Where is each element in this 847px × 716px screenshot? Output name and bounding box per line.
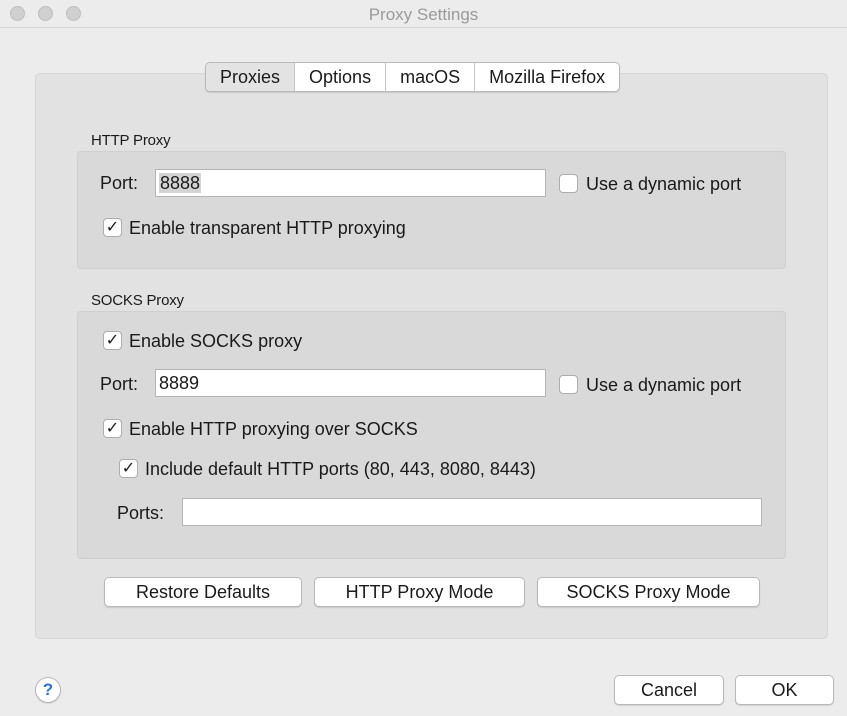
http-proxy-mode-button[interactable]: HTTP Proxy Mode (314, 577, 525, 607)
http-over-socks-label: Enable HTTP proxying over SOCKS (129, 419, 418, 439)
include-default-ports-checkbox[interactable]: ✓ (119, 459, 138, 478)
socks-proxy-mode-button[interactable]: SOCKS Proxy Mode (537, 577, 760, 607)
http-dynamic-port-checkbox[interactable] (559, 174, 578, 193)
restore-defaults-button[interactable]: Restore Defaults (104, 577, 302, 607)
tab-options[interactable]: Options (295, 63, 387, 91)
http-port-value: 8888 (159, 173, 202, 193)
include-default-ports-label: Include default HTTP ports (80, 443, 808… (145, 459, 536, 479)
http-dynamic-port-label: Use a dynamic port (586, 174, 742, 194)
http-proxy-title: HTTP Proxy (91, 132, 171, 149)
http-port-label: Port: (100, 173, 139, 193)
socks-dynamic-port-label: Use a dynamic port (586, 375, 742, 395)
tab-mozilla-firefox[interactable]: Mozilla Firefox (475, 63, 619, 91)
ok-button[interactable]: OK (735, 675, 834, 705)
enable-socks-checkbox[interactable]: ✓ (103, 331, 122, 350)
tab-bar: Proxies Options macOS Mozilla Firefox (205, 62, 621, 92)
socks-proxy-title: SOCKS Proxy (91, 292, 184, 309)
transparent-proxying-label: Enable transparent HTTP proxying (129, 218, 406, 238)
transparent-proxying-checkbox[interactable]: ✓ (103, 218, 122, 237)
http-port-input[interactable]: 8888 (155, 169, 546, 197)
socks-port-label: Port: (100, 374, 139, 394)
ports-label: Ports: (117, 503, 165, 523)
socks-port-input[interactable]: 8889 (155, 369, 546, 397)
ports-input[interactable] (182, 498, 762, 526)
cancel-button[interactable]: Cancel (614, 675, 724, 705)
help-icon[interactable]: ? (35, 677, 61, 703)
window-title: Proxy Settings (368, 5, 479, 24)
tab-macos[interactable]: macOS (386, 63, 476, 91)
http-over-socks-checkbox[interactable]: ✓ (103, 419, 122, 438)
enable-socks-label: Enable SOCKS proxy (129, 331, 303, 351)
socks-dynamic-port-checkbox[interactable] (559, 375, 578, 394)
tab-proxies[interactable]: Proxies (206, 63, 296, 91)
socks-port-value: 8889 (159, 373, 200, 393)
title-bar: Proxy Settings (0, 0, 847, 28)
